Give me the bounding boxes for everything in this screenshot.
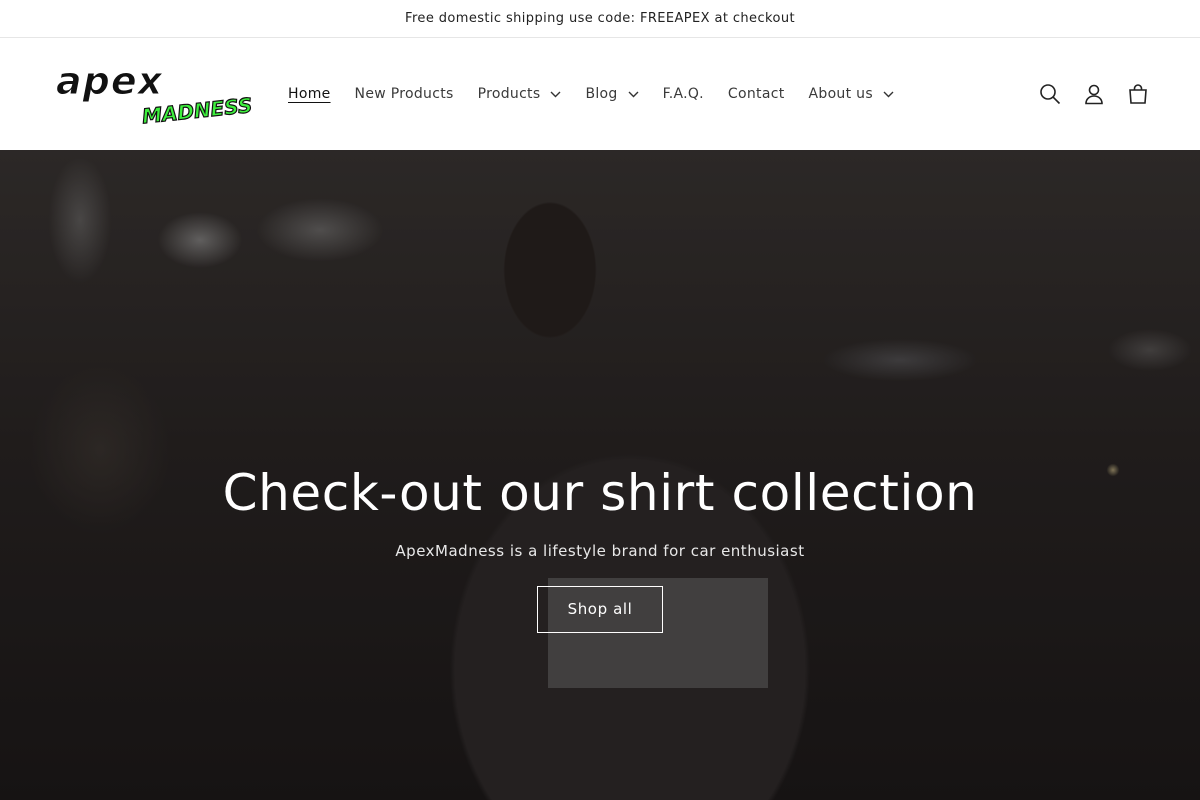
nav-about-us[interactable]: About us [797,86,906,102]
cart-icon [1129,84,1147,104]
nav-contact[interactable]: Contact [716,86,797,102]
nav-label: F.A.Q. [662,86,704,102]
nav-label: Contact [727,86,785,102]
account-button[interactable] [1082,82,1106,106]
announcement-bar: Free domestic shipping use code: FREEAPE… [0,0,1200,38]
account-icon [1085,84,1103,105]
svg-text:apex: apex [56,62,164,103]
chevron-down-icon [883,91,894,97]
site-header: apex MADNESS Home New Products Products … [0,38,1200,150]
nav-products[interactable]: Products [466,86,574,102]
announcement-text: Free domestic shipping use code: FREEAPE… [405,11,795,26]
chevron-down-icon [628,91,639,97]
hero-subtitle: ApexMadness is a lifestyle brand for car… [395,542,805,560]
brand-logo-graphic: apex MADNESS [56,62,253,126]
hero-title: Check-out our shirt collection [222,464,978,522]
main-nav: Home New Products Products Blog F.A.Q. C… [276,86,906,102]
nav-label: Blog [585,86,618,102]
cart-button[interactable] [1126,82,1150,106]
nav-label: New Products [354,86,454,102]
shop-all-button[interactable]: Shop all [536,586,664,633]
hero-content: Check-out our shirt collection ApexMadne… [0,458,1200,633]
nav-faq[interactable]: F.A.Q. [651,86,716,102]
nav-label: Home [288,86,331,102]
nav-label: About us [808,86,873,102]
brand-logo[interactable]: apex MADNESS [54,62,253,126]
search-icon [1040,84,1061,105]
nav-home[interactable]: Home [276,86,343,102]
chevron-down-icon [550,91,561,97]
search-button[interactable] [1038,82,1062,106]
nav-blog[interactable]: Blog [573,86,650,102]
header-icons [1038,82,1150,106]
nav-label: Products [477,86,541,102]
nav-new-products[interactable]: New Products [343,86,466,102]
